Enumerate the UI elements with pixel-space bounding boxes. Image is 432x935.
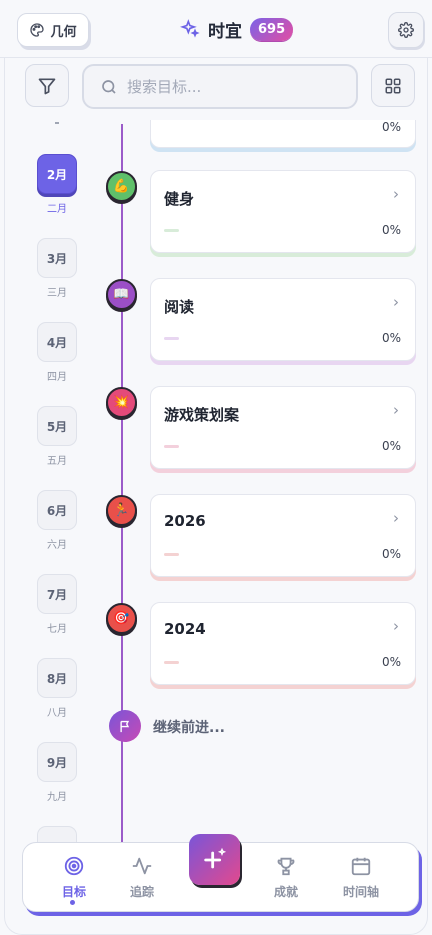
goal-percent: 0% (381, 547, 401, 561)
month-item-feb[interactable]: 2月 (37, 154, 77, 194)
search-icon (102, 79, 116, 94)
goal-percent: 0% (381, 120, 401, 134)
node-glyph: 🎯 (113, 611, 130, 626)
goal-card-partial[interactable]: 0% (150, 120, 416, 148)
goal-card-fitness[interactable]: 健身 › 0% (150, 170, 416, 253)
trophy-icon (277, 857, 295, 876)
month-item-aug[interactable]: 8月 (37, 658, 77, 698)
goal-percent: 0% (381, 223, 401, 237)
node-glyph: 📖 (113, 287, 130, 302)
nav-goals-label: 目标 (61, 885, 86, 899)
nav-achievements-label: 成就 (273, 885, 298, 899)
goal-progress-bar (164, 553, 179, 556)
nav-achievements[interactable]: 成就 (256, 855, 316, 900)
palette-icon (30, 23, 45, 37)
search-bar[interactable] (82, 64, 358, 109)
month-item-oct-partial[interactable] (37, 826, 77, 842)
nav-track[interactable]: 追踪 (112, 855, 172, 900)
gear-icon (398, 22, 414, 38)
chevron-right-icon: › (393, 617, 399, 635)
goal-card-game-design[interactable]: 游戏策划案 › 0% (150, 386, 416, 469)
goal-title: 阅读 (164, 298, 195, 316)
goal-percent: 0% (381, 331, 401, 345)
book-icon: 📖 (106, 279, 137, 310)
goal-title: 游戏策划案 (164, 406, 240, 424)
goal-percent: 0% (381, 655, 401, 669)
plus-sparkle-icon (203, 847, 226, 868)
goal-percent: 0% (381, 439, 401, 453)
calendar-icon (351, 857, 371, 876)
goal-progress-bar (164, 337, 179, 340)
view-toggle-button[interactable] (371, 64, 415, 107)
title-area: 时宜 695 (180, 14, 294, 44)
goal-title: 2024 (164, 620, 206, 638)
theme-button[interactable]: 几何 (17, 13, 89, 47)
filter-button[interactable] (25, 64, 69, 107)
chevron-right-icon: › (393, 185, 399, 203)
theme-label: 几何 (50, 24, 77, 40)
month-sub-label: 九月 (47, 792, 67, 803)
active-indicator (70, 900, 75, 905)
goal-progress-bar (164, 229, 179, 232)
month-partial-label (55, 122, 59, 124)
month-item-sep[interactable]: 9月 (37, 742, 77, 782)
filter-icon (38, 78, 56, 94)
sparkles-icon (180, 19, 200, 38)
goal-card-2026[interactable]: 2026 › 0% (150, 494, 416, 577)
node-glyph: 💪 (113, 179, 130, 194)
chevron-right-icon: › (393, 401, 399, 419)
month-item-mar[interactable]: 3月 (37, 238, 77, 278)
chevron-right-icon: › (393, 293, 399, 311)
flexed-biceps-icon: 💪 (106, 171, 137, 202)
month-sub-label: 五月 (47, 456, 67, 467)
continue-label: 继续前进... (153, 720, 225, 736)
chevron-right-icon: › (393, 509, 399, 527)
goal-progress-bar (164, 445, 179, 448)
runner-icon: 🏃 (106, 495, 137, 526)
month-sub-label: 二月 (47, 204, 67, 215)
sparkle-burst-icon: 💥 (106, 387, 137, 418)
month-item-jul[interactable]: 7月 (37, 574, 77, 614)
month-item-may[interactable]: 5月 (37, 406, 77, 446)
nav-track-label: 追踪 (129, 885, 154, 899)
grid-icon (385, 78, 401, 93)
month-sub-label: 七月 (47, 624, 67, 635)
goal-card-reading[interactable]: 阅读 › 0% (150, 278, 416, 361)
goal-title: 2026 (164, 512, 206, 530)
nav-timeline-label: 时间轴 (342, 885, 379, 899)
settings-button[interactable] (388, 12, 424, 48)
goal-progress-bar (164, 661, 179, 664)
node-glyph: 🏃 (113, 503, 130, 518)
activity-icon (132, 857, 152, 875)
app-title: 时宜 (208, 21, 242, 42)
month-sub-label: 三月 (47, 288, 67, 299)
month-sub-label: 八月 (47, 708, 67, 719)
target-icon (64, 856, 84, 876)
nav-goals[interactable]: 目标 (44, 855, 104, 900)
goal-title: 健身 (164, 190, 195, 208)
node-glyph: 💥 (113, 395, 130, 410)
header: 几何 时宜 695 (0, 0, 432, 58)
month-sub-label: 四月 (47, 372, 67, 383)
nav-timeline[interactable]: 时间轴 (331, 855, 391, 900)
month-item-apr[interactable]: 4月 (37, 322, 77, 362)
target-icon: 🎯 (106, 603, 137, 634)
month-item-jun[interactable]: 6月 (37, 490, 77, 530)
add-goal-button[interactable] (189, 834, 240, 885)
search-input[interactable] (127, 77, 347, 96)
flag-icon (109, 710, 141, 742)
month-sub-label: 六月 (47, 540, 67, 551)
points-badge: 695 (250, 17, 294, 41)
goal-card-2024[interactable]: 2024 › 0% (150, 602, 416, 685)
